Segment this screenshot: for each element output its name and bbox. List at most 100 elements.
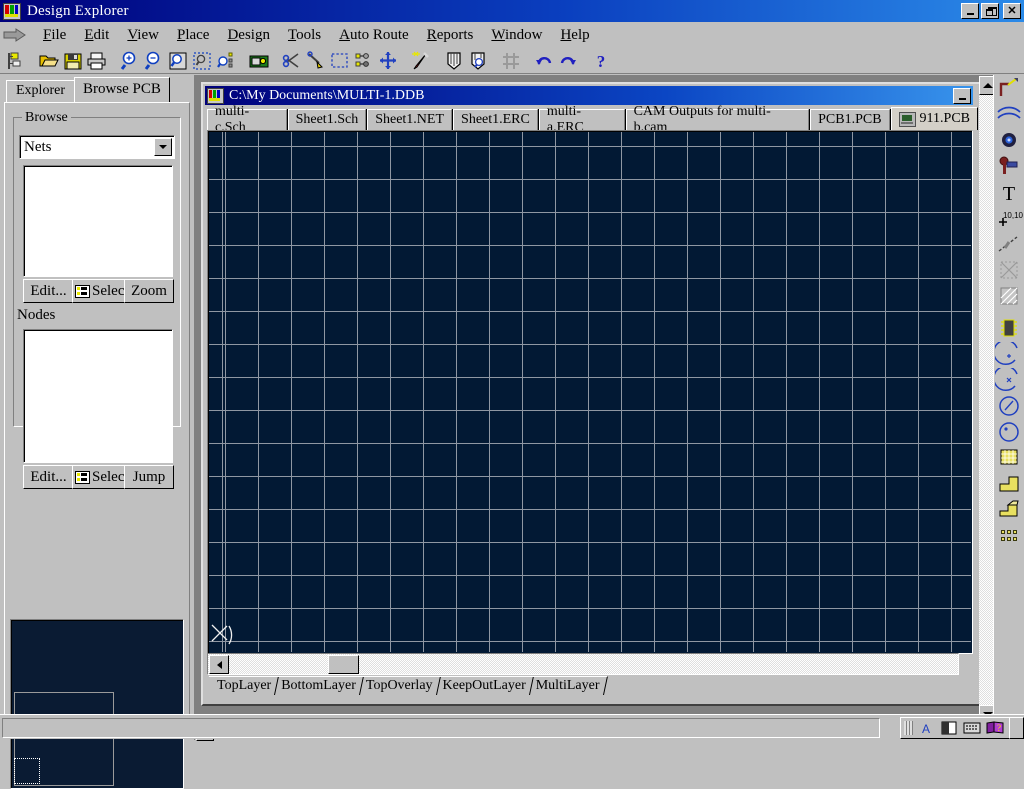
netlist-icon[interactable] xyxy=(443,50,465,72)
panel-tab-explorer[interactable]: Explorer xyxy=(6,80,75,102)
place-dimension-icon[interactable] xyxy=(995,232,1023,257)
menu-item-window[interactable]: Window xyxy=(482,25,551,46)
layer-tab-bottomlayer[interactable]: BottomLayer xyxy=(271,676,362,695)
canvas-horizontal-scrollbar[interactable] xyxy=(207,653,959,675)
paste-icon[interactable] xyxy=(305,50,327,72)
doc-tab-sheet1-sch[interactable]: Sheet1.Sch xyxy=(288,109,367,130)
pcb-canvas-container[interactable] xyxy=(207,130,973,654)
zoom-document-icon[interactable] xyxy=(167,50,189,72)
arc-center-icon[interactable] xyxy=(995,342,1023,367)
keyboard-icon[interactable] xyxy=(962,720,982,736)
status-bar: A ? xyxy=(0,714,1024,739)
place-split-plane-icon[interactable] xyxy=(995,498,1023,523)
menu-item-view[interactable]: View xyxy=(118,25,168,46)
help-book-icon[interactable]: ? xyxy=(985,720,1005,736)
floppy-save-icon[interactable] xyxy=(62,50,84,72)
printer-icon[interactable] xyxy=(86,50,108,72)
netlist-find-icon[interactable] xyxy=(467,50,489,72)
redo-icon[interactable] xyxy=(557,50,579,72)
restore-button[interactable] xyxy=(981,3,999,19)
place-fill-icon[interactable] xyxy=(995,446,1023,471)
layer-tab-toplayer[interactable]: TopLayer xyxy=(207,676,277,695)
menu-drag-handle-icon[interactable] xyxy=(0,22,34,48)
browse-scope-dropdown[interactable]: Nets xyxy=(19,135,175,159)
child-title-bar[interactable]: C:\My Documents\MULTI-1.DDB xyxy=(205,86,973,105)
nodes-edit-button[interactable]: Edit... xyxy=(23,465,74,489)
chevron-down-icon[interactable] xyxy=(154,138,172,156)
menu-item-edit[interactable]: Edit xyxy=(75,25,118,46)
place-keepout-icon[interactable] xyxy=(995,258,1023,283)
nets-select-button[interactable]: Selec xyxy=(72,279,128,303)
doc-tab-sheet1-erc[interactable]: Sheet1.ERC xyxy=(453,109,538,130)
place-pad-icon[interactable] xyxy=(995,128,1023,153)
open-folder-icon[interactable] xyxy=(38,50,60,72)
grid-toggle-icon[interactable] xyxy=(500,50,522,72)
app-title-bar[interactable]: Design Explorer ✕ xyxy=(0,0,1024,22)
svg-text:T: T xyxy=(1003,183,1015,205)
menu-item-help[interactable]: Help xyxy=(551,25,598,46)
zoom-selection-icon[interactable] xyxy=(215,50,237,72)
minimize-button[interactable] xyxy=(961,3,979,19)
doc-tab-cam-outputs[interactable]: CAM Outputs for multi-b.cam xyxy=(626,109,810,130)
place-track-icon[interactable] xyxy=(995,76,1023,101)
place-arc-icon[interactable] xyxy=(995,102,1023,127)
help-question-icon[interactable]: ? xyxy=(590,50,612,72)
nodes-listbox[interactable] xyxy=(23,329,173,463)
menu-item-place[interactable]: Place xyxy=(168,25,218,46)
close-button[interactable]: ✕ xyxy=(1003,3,1021,19)
full-circle-icon[interactable] xyxy=(995,420,1023,445)
place-solid-region-icon[interactable] xyxy=(995,472,1023,497)
nets-edit-button[interactable]: Edit... xyxy=(23,279,74,303)
arc-any-angle-icon[interactable] xyxy=(995,394,1023,419)
place-string-icon[interactable]: T xyxy=(995,180,1023,205)
browse-scope-value: Nets xyxy=(24,139,52,156)
move-icon[interactable] xyxy=(377,50,399,72)
place-pad-array-icon[interactable] xyxy=(995,524,1023,549)
place-coordinate-icon[interactable]: 10,10 xyxy=(995,206,1023,231)
menu-item-auto-route[interactable]: Auto Route xyxy=(330,25,418,46)
menu-item-reports[interactable]: Reports xyxy=(418,25,483,46)
layer-tab-multilayer[interactable]: MultiLayer xyxy=(526,676,606,695)
resize-grip-icon[interactable] xyxy=(904,721,913,735)
pcb-preview-pane[interactable] xyxy=(10,619,184,789)
panel-tab-browse-pcb[interactable]: Browse PCB xyxy=(74,77,170,102)
document-tree-icon[interactable] xyxy=(5,50,27,72)
place-via-icon[interactable] xyxy=(995,154,1023,179)
pcb-document-icon xyxy=(899,112,916,127)
browse-component-icon[interactable] xyxy=(248,50,270,72)
scroll-left-button[interactable] xyxy=(209,655,229,674)
nodes-select-button[interactable]: Selec xyxy=(72,465,128,489)
doc-tab-multi-a-erc[interactable]: multi-a.ERC xyxy=(539,109,625,130)
doc-tab-pcb1-pcb[interactable]: PCB1.PCB xyxy=(810,109,889,130)
select-area-icon[interactable] xyxy=(329,50,351,72)
highlight-pen-icon[interactable] xyxy=(410,50,432,72)
layer-tab-keepoutlayer[interactable]: KeepOutLayer xyxy=(433,676,532,695)
deselect-icon[interactable] xyxy=(353,50,375,72)
menu-item-file[interactable]: File xyxy=(34,25,75,46)
pcb-canvas[interactable] xyxy=(209,132,971,652)
place-polygon-icon[interactable] xyxy=(995,284,1023,309)
nets-listbox[interactable] xyxy=(23,165,173,277)
doc-tab-label: Sheet1.ERC xyxy=(461,112,530,128)
menu-item-tools[interactable]: Tools xyxy=(279,25,330,46)
cut-scissors-icon[interactable] xyxy=(281,50,303,72)
doc-tab-sheet1-net[interactable]: Sheet1.NET xyxy=(367,109,452,130)
nets-zoom-button[interactable]: Zoom xyxy=(124,279,174,303)
zoom-out-icon[interactable] xyxy=(143,50,165,72)
arc-edge-icon[interactable] xyxy=(995,368,1023,393)
place-component-icon[interactable] xyxy=(995,316,1023,341)
text-a-icon[interactable]: A xyxy=(916,720,936,736)
layer-tab-topoverlay[interactable]: TopOverlay xyxy=(356,676,439,695)
menu-item-design[interactable]: Design xyxy=(218,25,279,46)
nodes-jump-button[interactable]: Jump xyxy=(124,465,174,489)
app-title: Design Explorer xyxy=(27,3,129,20)
doc-tab-911-pcb[interactable]: 911.PCB xyxy=(891,107,978,130)
doc-tab-multi-c-sch[interactable]: multi-c.Sch xyxy=(207,109,287,130)
restore-icon xyxy=(986,7,995,15)
child-minimize-button[interactable] xyxy=(953,88,971,104)
zoom-area-icon[interactable] xyxy=(191,50,213,72)
scroll-thumb[interactable] xyxy=(328,655,359,674)
undo-icon[interactable] xyxy=(533,50,555,72)
halfsplit-icon[interactable] xyxy=(939,720,959,736)
zoom-in-icon[interactable] xyxy=(119,50,141,72)
